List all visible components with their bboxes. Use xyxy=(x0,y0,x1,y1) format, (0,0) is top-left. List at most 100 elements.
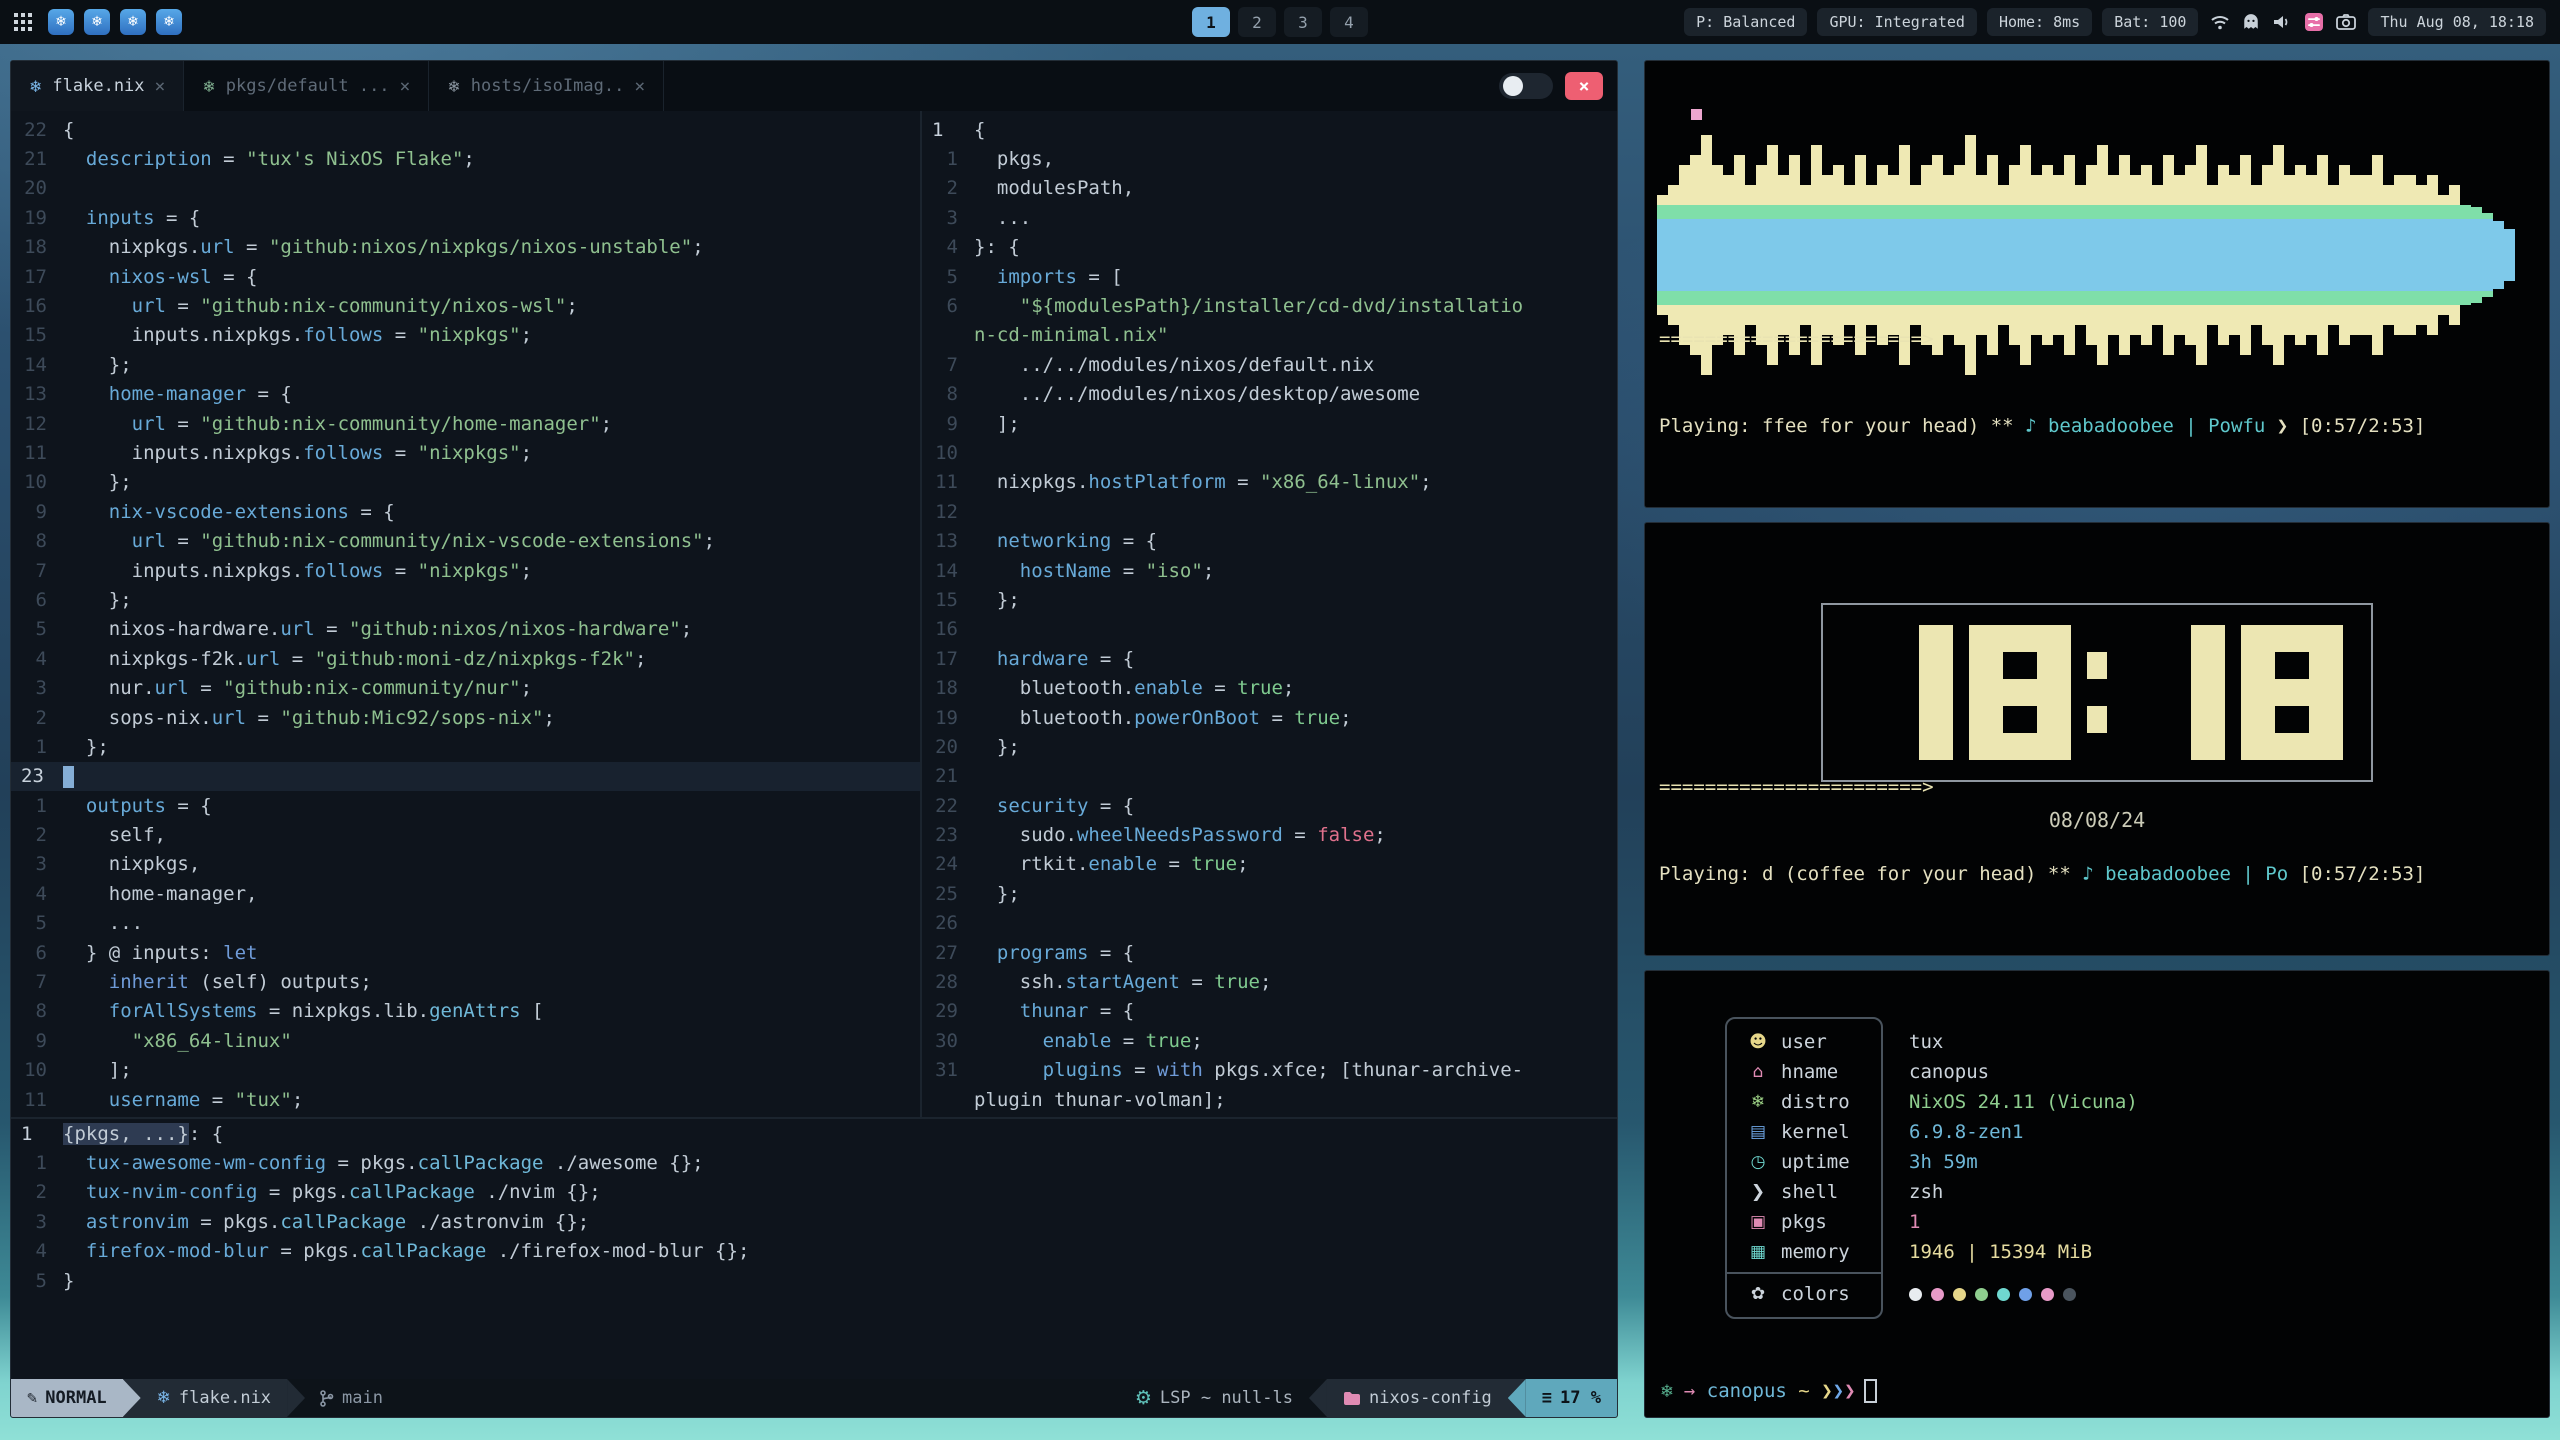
code-line[interactable]: 3 nur.url = "github:nix-community/nur"; xyxy=(11,673,920,702)
code-line[interactable]: 10 ]; xyxy=(11,1056,920,1085)
code-line[interactable]: 1 pkgs, xyxy=(922,144,1618,173)
editor-tab[interactable]: ❄pkgs/default ...× xyxy=(184,61,429,111)
code-line[interactable]: 5 nixos-hardware.url = "github:nixos/nix… xyxy=(11,615,920,644)
workspace-tag-4[interactable]: 4 xyxy=(1330,7,1368,37)
code-line[interactable]: 5 imports = [ xyxy=(922,262,1618,291)
code-line[interactable]: 10 }; xyxy=(11,468,920,497)
taskbar-app-icon[interactable]: ❄ xyxy=(120,9,146,35)
code-line[interactable]: 18 bluetooth.enable = true; xyxy=(922,673,1618,702)
code-line[interactable]: 19 bluetooth.powerOnBoot = true; xyxy=(922,703,1618,732)
code-line[interactable]: 1{pkgs, ...}: { xyxy=(11,1119,1618,1148)
code-line[interactable]: 16 url = "github:nix-community/nixos-wsl… xyxy=(11,291,920,320)
code-line[interactable]: n-cd-minimal.nix" xyxy=(922,321,1618,350)
code-line[interactable]: 3 nixpkgs, xyxy=(11,850,920,879)
code-line[interactable]: 11 inputs.nixpkgs.follows = "nixpkgs"; xyxy=(11,438,920,467)
code-line[interactable]: 3 astronvim = pkgs.callPackage ./astronv… xyxy=(11,1207,1618,1236)
code-line[interactable]: 24 rtkit.enable = true; xyxy=(922,850,1618,879)
code-line[interactable]: 9 nix-vscode-extensions = { xyxy=(11,497,920,526)
code-line[interactable]: 27 programs = { xyxy=(922,938,1618,967)
code-line[interactable]: 17 nixos-wsl = { xyxy=(11,262,920,291)
editor-pane-iso[interactable]: 1{1 pkgs,2 modulesPath,3 ...4}: {5 impor… xyxy=(922,115,1618,1117)
code-line[interactable]: 1 tux-awesome-wm-config = pkgs.callPacka… xyxy=(11,1148,1618,1177)
mixer-icon[interactable] xyxy=(2304,12,2324,32)
code-line[interactable]: 14 }; xyxy=(11,350,920,379)
code-line[interactable]: 13 networking = { xyxy=(922,526,1618,555)
code-line[interactable]: 20 xyxy=(11,174,920,203)
code-line[interactable]: 12 xyxy=(922,497,1618,526)
shell-prompt[interactable]: ❄ → canopus ~ ❯❯❯ xyxy=(1661,1379,1877,1403)
code-line[interactable]: 15 }; xyxy=(922,585,1618,614)
code-line[interactable]: 8 forAllSystems = nixpkgs.lib.genAttrs [ xyxy=(11,997,920,1026)
code-line[interactable]: 15 inputs.nixpkgs.follows = "nixpkgs"; xyxy=(11,321,920,350)
code-line[interactable]: 2 sops-nix.url = "github:Mic92/sops-nix"… xyxy=(11,703,920,732)
code-line[interactable]: 1 outputs = { xyxy=(11,791,920,820)
tab-close-icon[interactable]: × xyxy=(155,76,166,97)
code-line[interactable]: 4 firefox-mod-blur = pkgs.callPackage ./… xyxy=(11,1237,1618,1266)
code-line[interactable]: 13 home-manager = { xyxy=(11,380,920,409)
code-line[interactable]: 7 inherit (self) outputs; xyxy=(11,967,920,996)
network-wifi-icon[interactable] xyxy=(2210,12,2230,32)
code-line[interactable]: 6 } @ inputs: let xyxy=(11,938,920,967)
code-line[interactable]: 9 "x86_64-linux" xyxy=(11,1026,920,1055)
code-line[interactable]: 12 url = "github:nix-community/home-mana… xyxy=(11,409,920,438)
screenshot-icon[interactable] xyxy=(2336,13,2356,31)
editor-tab[interactable]: ❄flake.nix× xyxy=(11,61,184,111)
taskbar-app-icon[interactable]: ❄ xyxy=(84,9,110,35)
code-line[interactable]: 5 ... xyxy=(11,909,920,938)
toggle-switch[interactable] xyxy=(1499,73,1553,99)
code-line[interactable]: 25 }; xyxy=(922,879,1618,908)
taskbar-app-icon[interactable]: ❄ xyxy=(156,9,182,35)
code-line[interactable]: 7 ../../modules/nixos/default.nix xyxy=(922,350,1618,379)
code-line[interactable]: 3 ... xyxy=(922,203,1618,232)
code-line[interactable]: 28 ssh.startAgent = true; xyxy=(922,967,1618,996)
workspace-tag-1[interactable]: 1 xyxy=(1192,7,1230,37)
ghost-icon[interactable] xyxy=(2242,13,2260,31)
code-line[interactable]: 17 hardware = { xyxy=(922,644,1618,673)
code-line[interactable]: 2 self, xyxy=(11,820,920,849)
tab-close-icon[interactable]: × xyxy=(400,76,411,97)
code-line[interactable]: 18 nixpkgs.url = "github:nixos/nixpkgs/n… xyxy=(11,233,920,262)
code-line[interactable]: 9 ]; xyxy=(922,409,1618,438)
code-line[interactable]: 23 xyxy=(11,762,920,791)
tab-close-icon[interactable]: × xyxy=(634,76,645,97)
code-line[interactable]: 14 hostName = "iso"; xyxy=(922,556,1618,585)
code-line[interactable]: 23 sudo.wheelNeedsPassword = false; xyxy=(922,820,1618,849)
code-line[interactable]: 8 ../../modules/nixos/desktop/awesome xyxy=(922,380,1618,409)
code-line[interactable]: 1{ xyxy=(922,115,1618,144)
code-line[interactable]: 6 "${modulesPath}/installer/cd-dvd/insta… xyxy=(922,291,1618,320)
code-line[interactable]: 8 url = "github:nix-community/nix-vscode… xyxy=(11,526,920,555)
taskbar-app-icon[interactable]: ❄ xyxy=(48,9,74,35)
code-line[interactable]: 7 inputs.nixpkgs.follows = "nixpkgs"; xyxy=(11,556,920,585)
code-line[interactable]: 16 xyxy=(922,615,1618,644)
code-line[interactable]: 1 }; xyxy=(11,732,920,761)
code-line[interactable]: 31 plugins = with pkgs.xfce; [thunar-arc… xyxy=(922,1056,1618,1085)
code-line[interactable]: 20 }; xyxy=(922,732,1618,761)
code-line[interactable]: 4 nixpkgs-f2k.url = "github:moni-dz/nixp… xyxy=(11,644,920,673)
code-line[interactable]: 4 home-manager, xyxy=(11,879,920,908)
code-line[interactable]: 26 xyxy=(922,909,1618,938)
code-line[interactable]: 4}: { xyxy=(922,233,1618,262)
code-line[interactable]: 30 enable = true; xyxy=(922,1026,1618,1055)
code-line[interactable]: 21 xyxy=(922,762,1618,791)
code-line[interactable]: 22 security = { xyxy=(922,791,1618,820)
code-line[interactable]: 10 xyxy=(922,438,1618,467)
workspace-tag-2[interactable]: 2 xyxy=(1238,7,1276,37)
close-window-button[interactable]: × xyxy=(1565,72,1603,100)
code-line[interactable]: 21 description = "tux's NixOS Flake"; xyxy=(11,144,920,173)
code-line[interactable]: 6 }; xyxy=(11,585,920,614)
code-line[interactable]: 11 nixpkgs.hostPlatform = "x86_64-linux"… xyxy=(922,468,1618,497)
volume-icon[interactable] xyxy=(2272,13,2292,31)
code-line[interactable]: 22{ xyxy=(11,115,920,144)
code-line[interactable]: 11 username = "tux"; xyxy=(11,1085,920,1114)
code-line[interactable]: plugin thunar-volman]; xyxy=(922,1085,1618,1114)
code-line[interactable]: 5} xyxy=(11,1266,1618,1295)
editor-tab[interactable]: ❄hosts/isoImag..× xyxy=(429,61,664,111)
code-line[interactable]: 19 inputs = { xyxy=(11,203,920,232)
code-line[interactable]: 29 thunar = { xyxy=(922,997,1618,1026)
workspace-tag-3[interactable]: 3 xyxy=(1284,7,1322,37)
editor-pane-flake[interactable]: 22{21 description = "tux's NixOS Flake";… xyxy=(11,115,920,1117)
app-launcher-icon[interactable] xyxy=(14,13,32,31)
code-line[interactable]: 2 modulesPath, xyxy=(922,174,1618,203)
editor-pane-pkgs[interactable]: 1{pkgs, ...}: {1 tux-awesome-wm-config =… xyxy=(11,1119,1618,1377)
code-line[interactable]: 2 tux-nvim-config = pkgs.callPackage ./n… xyxy=(11,1178,1618,1207)
